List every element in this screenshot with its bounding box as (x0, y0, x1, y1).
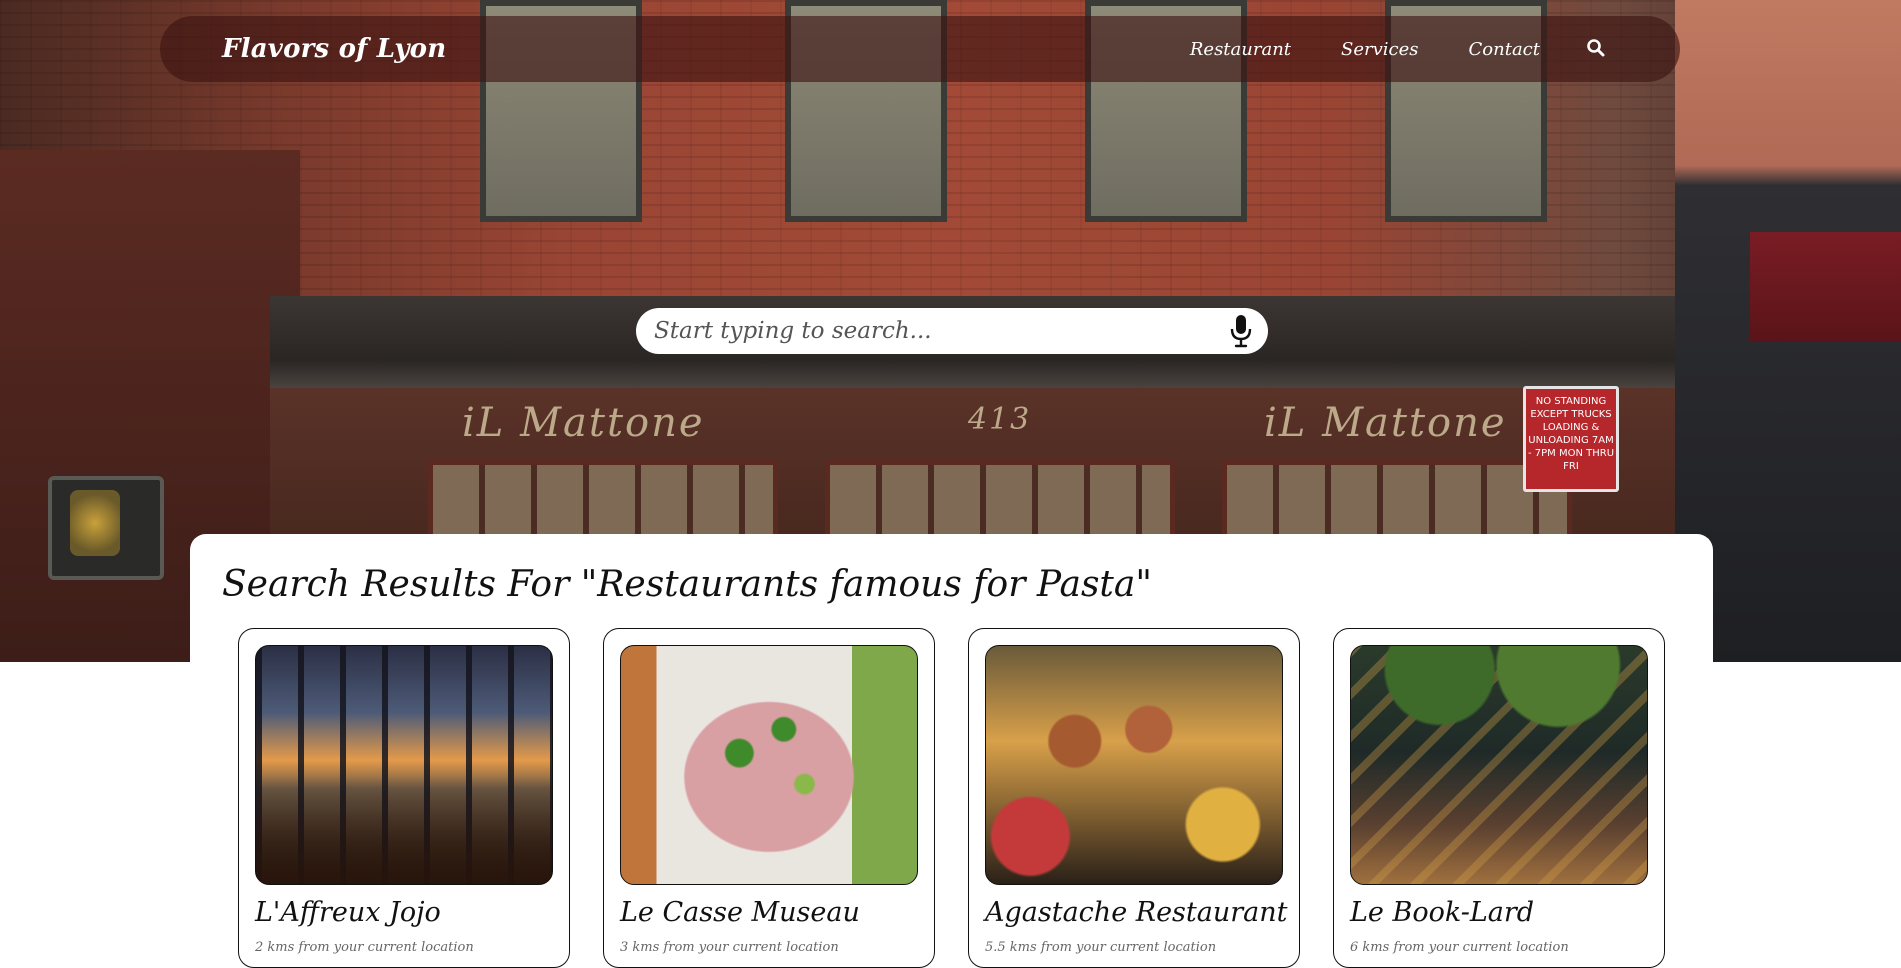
restaurant-distance: 3 kms from your current location (620, 940, 839, 955)
search-bar (636, 308, 1268, 354)
restaurant-card[interactable]: Agastache Restaurant 5.5 kms from your c… (968, 628, 1300, 968)
restaurant-name: Le Casse Museau (620, 897, 860, 928)
restaurant-photo (620, 645, 918, 885)
restaurant-name: L'Affreux Jojo (255, 897, 441, 928)
search-input[interactable] (652, 317, 1228, 345)
restaurant-card[interactable]: Le Book-Lard 6 kms from your current loc… (1333, 628, 1665, 968)
pedestrian-signal (48, 476, 164, 580)
restaurant-distance: 5.5 kms from your current location (985, 940, 1217, 955)
restaurant-distance: 2 kms from your current location (255, 940, 474, 955)
nav-link-services[interactable]: Services (1341, 39, 1418, 60)
restaurant-name: Le Book-Lard (1350, 897, 1535, 928)
restaurant-photo (1350, 645, 1648, 885)
microphone-icon[interactable] (1228, 314, 1254, 348)
results-title: Search Results For "Restaurants famous f… (222, 564, 1152, 605)
restaurant-photo (985, 645, 1283, 885)
navbar: Flavors of Lyon Restaurant Services Cont… (160, 16, 1680, 82)
no-standing-sign: NO STANDING EXCEPT TRUCKS LOADING & UNLO… (1523, 386, 1619, 492)
storefront-sign: iL Mattone (462, 400, 705, 446)
nav-link-contact[interactable]: Contact (1469, 39, 1540, 60)
search-results: Search Results For "Restaurants famous f… (190, 534, 1713, 968)
nav-link-restaurant[interactable]: Restaurant (1190, 39, 1291, 60)
storefront-number: 413 (968, 402, 1032, 437)
restaurant-card[interactable]: L'Affreux Jojo 2 kms from your current l… (238, 628, 570, 968)
brand-logo[interactable]: Flavors of Lyon (222, 34, 446, 64)
nav-links: Restaurant Services Contact (1190, 38, 1618, 60)
storefront-sign: iL Mattone (1264, 400, 1507, 446)
restaurant-name: Agastache Restaurant (985, 897, 1288, 928)
search-icon[interactable] (1586, 38, 1608, 60)
awning (1750, 232, 1901, 342)
restaurant-distance: 6 kms from your current location (1350, 940, 1569, 955)
restaurant-card[interactable]: Le Casse Museau 3 kms from your current … (603, 628, 935, 968)
restaurant-photo (255, 645, 553, 885)
